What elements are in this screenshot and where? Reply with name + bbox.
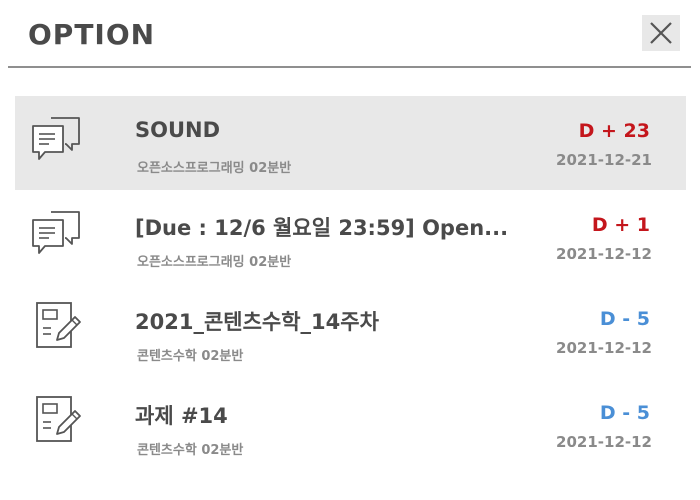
- item-date: 2021-12-12: [556, 433, 652, 451]
- item-course: 오픈소스프로그래밍 02분반: [137, 161, 292, 176]
- header: OPTION: [8, 0, 691, 68]
- document-edit-icon: [29, 394, 85, 444]
- item-date: 2021-12-21: [556, 151, 652, 169]
- item-title: 과제 #14: [135, 404, 228, 428]
- item-date: 2021-12-12: [556, 245, 652, 263]
- document-edit-icon: [29, 300, 85, 350]
- item-title: [Due : 12/6 월요일 23:59] Open...: [135, 216, 509, 240]
- close-button[interactable]: [642, 15, 680, 51]
- page-title: OPTION: [28, 18, 156, 51]
- notification-list: SOUND 오픈소스프로그래밍 02분반 D + 23 2021-12-21 […: [15, 96, 686, 472]
- close-icon: [650, 22, 672, 44]
- item-date: 2021-12-12: [556, 339, 652, 357]
- dday-badge: D + 1: [591, 214, 650, 236]
- chat-icon: [29, 112, 85, 162]
- item-course: 콘텐츠수학 02분반: [137, 349, 244, 364]
- dday-badge: D - 5: [599, 308, 650, 330]
- item-course: 콘텐츠수학 02분반: [137, 443, 244, 458]
- chat-icon: [29, 206, 85, 256]
- list-item[interactable]: SOUND 오픈소스프로그래밍 02분반 D + 23 2021-12-21: [15, 96, 686, 190]
- list-item[interactable]: 2021_콘텐츠수학_14주차 콘텐츠수학 02분반 D - 5 2021-12…: [15, 284, 686, 378]
- item-title: 2021_콘텐츠수학_14주차: [135, 310, 379, 334]
- dday-badge: D - 5: [599, 402, 650, 424]
- list-item[interactable]: [Due : 12/6 월요일 23:59] Open... 오픈소스프로그래밍…: [15, 190, 686, 284]
- item-course: 오픈소스프로그래밍 02분반: [137, 255, 292, 270]
- list-item[interactable]: 과제 #14 콘텐츠수학 02분반 D - 5 2021-12-12: [15, 378, 686, 472]
- item-title: SOUND: [135, 118, 221, 142]
- dday-badge: D + 23: [578, 120, 650, 142]
